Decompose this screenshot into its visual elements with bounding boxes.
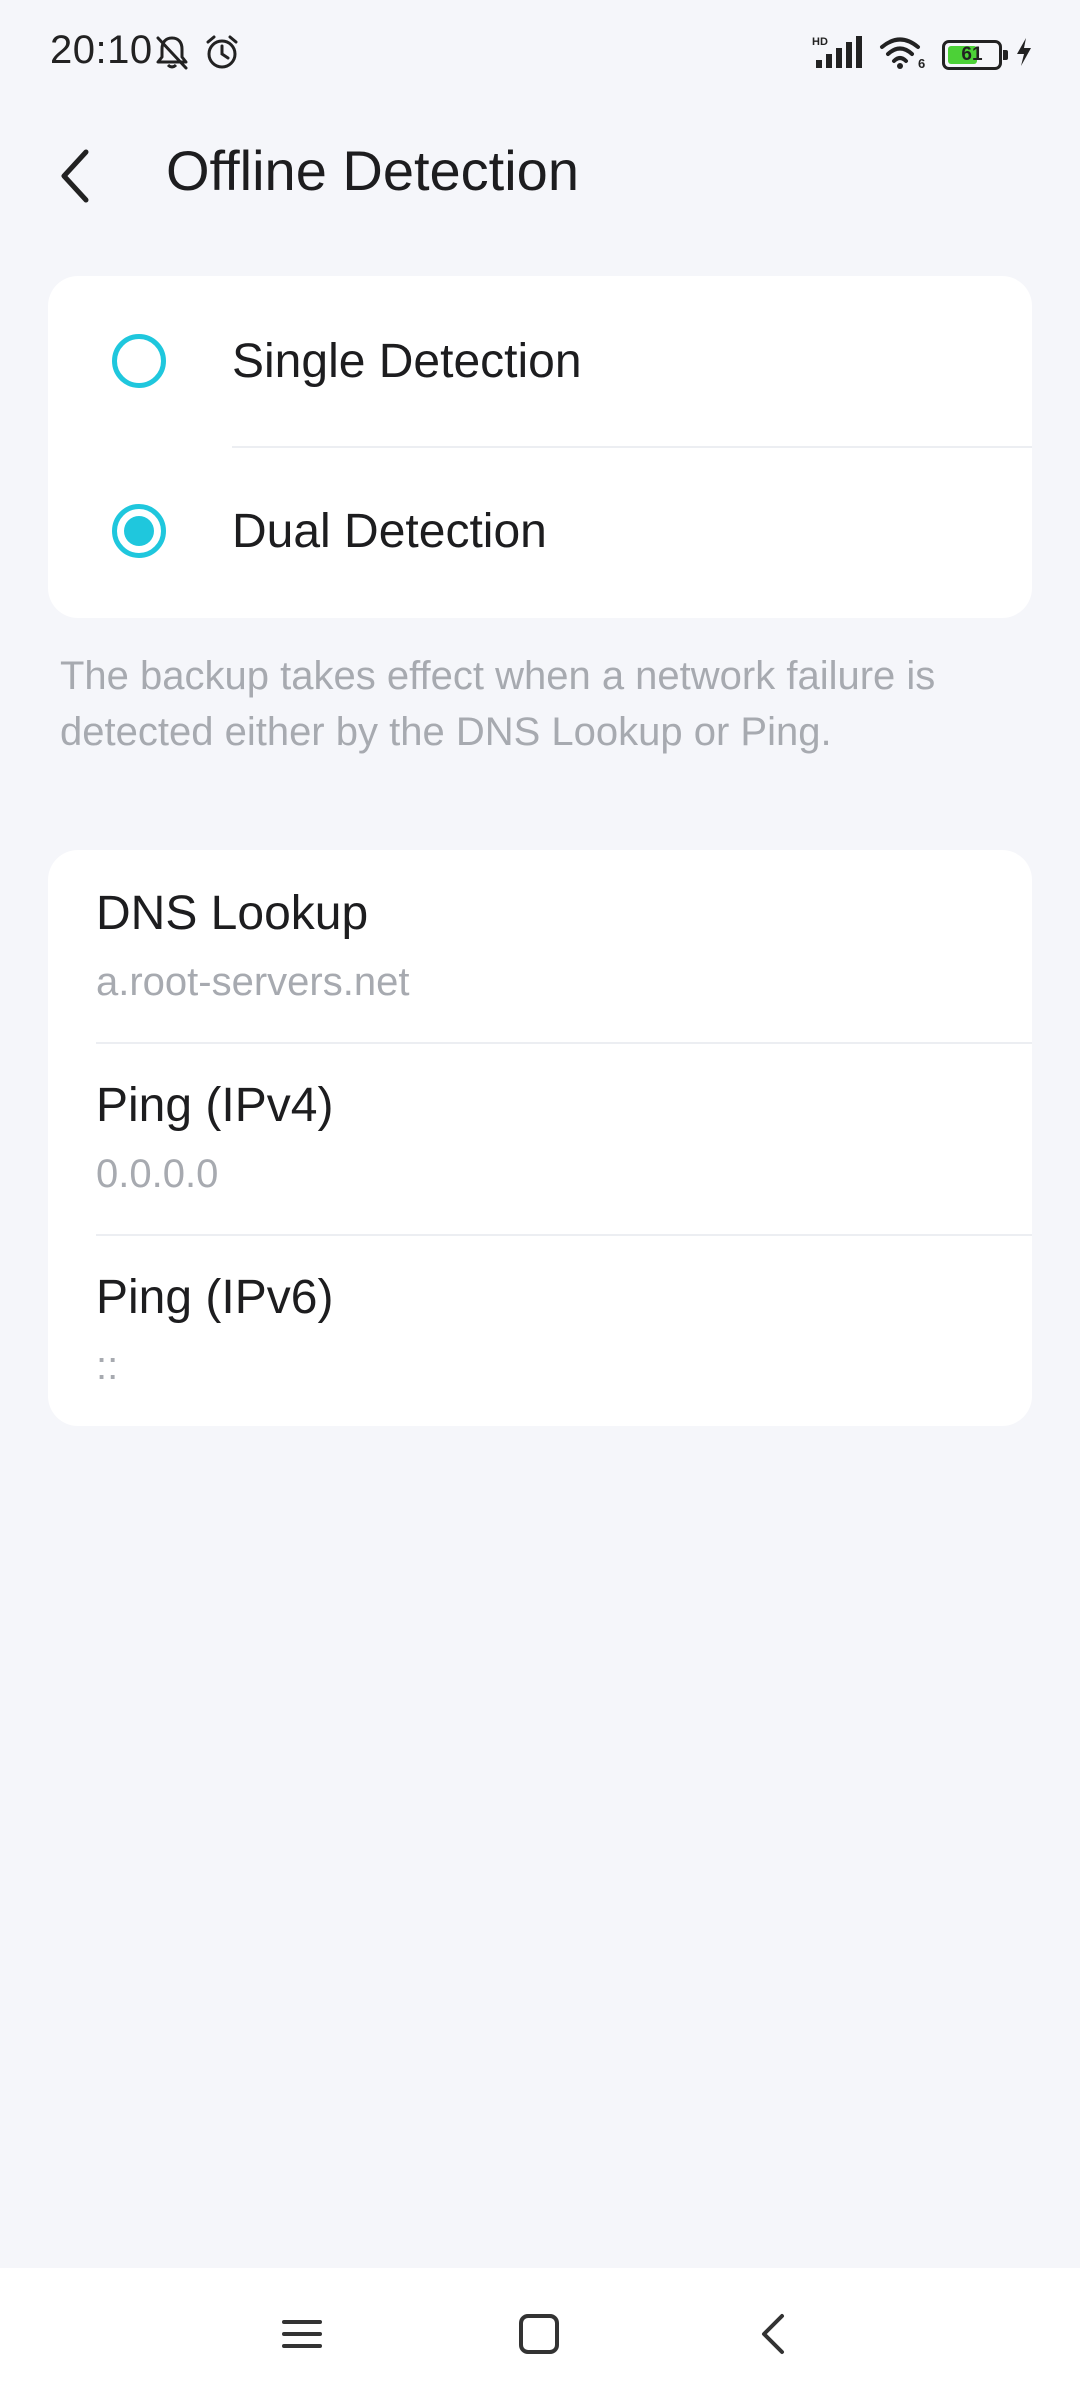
- status-left-icons: [152, 32, 242, 77]
- target-value: 0.0.0.0: [96, 1152, 219, 1196]
- target-label: Ping (IPv6): [96, 1271, 334, 1324]
- status-time: 20:10: [50, 28, 153, 72]
- wifi-6-icon: 6: [878, 34, 930, 75]
- option-label: Dual Detection: [232, 504, 547, 558]
- page-title: Offline Detection: [166, 139, 579, 202]
- target-ping-ipv6[interactable]: Ping (IPv6) ::: [48, 1234, 1032, 1426]
- target-dns-lookup[interactable]: DNS Lookup a.root-servers.net: [48, 850, 1032, 1042]
- target-value: ::: [96, 1344, 119, 1388]
- radio-unchecked-icon[interactable]: [112, 334, 166, 388]
- option-dual-detection[interactable]: Dual Detection: [48, 446, 1032, 616]
- svg-text:HD: HD: [812, 36, 828, 48]
- detection-targets-card: DNS Lookup a.root-servers.net Ping (IPv4…: [48, 850, 1032, 1426]
- bell-muted-icon: [152, 32, 192, 77]
- target-label: DNS Lookup: [96, 887, 369, 940]
- battery-icon: 61: [942, 39, 1008, 70]
- back-icon: [762, 2314, 784, 2354]
- menu-icon: [282, 2320, 322, 2348]
- status-right-icons: HD 6 61: [812, 34, 1034, 75]
- system-nav-bar: [0, 2268, 1080, 2400]
- chevron-left-icon: [61, 149, 89, 203]
- header: Offline Detection: [0, 106, 1080, 236]
- nav-back-button[interactable]: [734, 2294, 814, 2374]
- battery-level: 61: [961, 43, 983, 65]
- target-value: a.root-servers.net: [96, 960, 410, 1004]
- nav-home-button[interactable]: [499, 2294, 579, 2374]
- option-label: Single Detection: [232, 334, 582, 388]
- alarm-icon: [202, 32, 242, 77]
- radio-checked-icon[interactable]: [112, 504, 166, 558]
- svg-text:6: 6: [918, 56, 925, 70]
- nav-menu-button[interactable]: [262, 2294, 342, 2374]
- detection-description: The backup takes effect when a network f…: [60, 654, 936, 754]
- detection-mode-card: Single Detection Dual Detection: [48, 276, 1032, 618]
- target-label: Ping (IPv4): [96, 1079, 334, 1132]
- charging-icon: [1014, 36, 1034, 73]
- signal-hd-icon: HD: [812, 34, 866, 75]
- back-button[interactable]: [46, 136, 106, 216]
- option-single-detection[interactable]: Single Detection: [48, 276, 1032, 446]
- status-bar: 20:10 HD 6 61: [0, 0, 1080, 106]
- home-square-icon: [519, 2314, 559, 2354]
- target-ping-ipv4[interactable]: Ping (IPv4) 0.0.0.0: [48, 1042, 1032, 1234]
